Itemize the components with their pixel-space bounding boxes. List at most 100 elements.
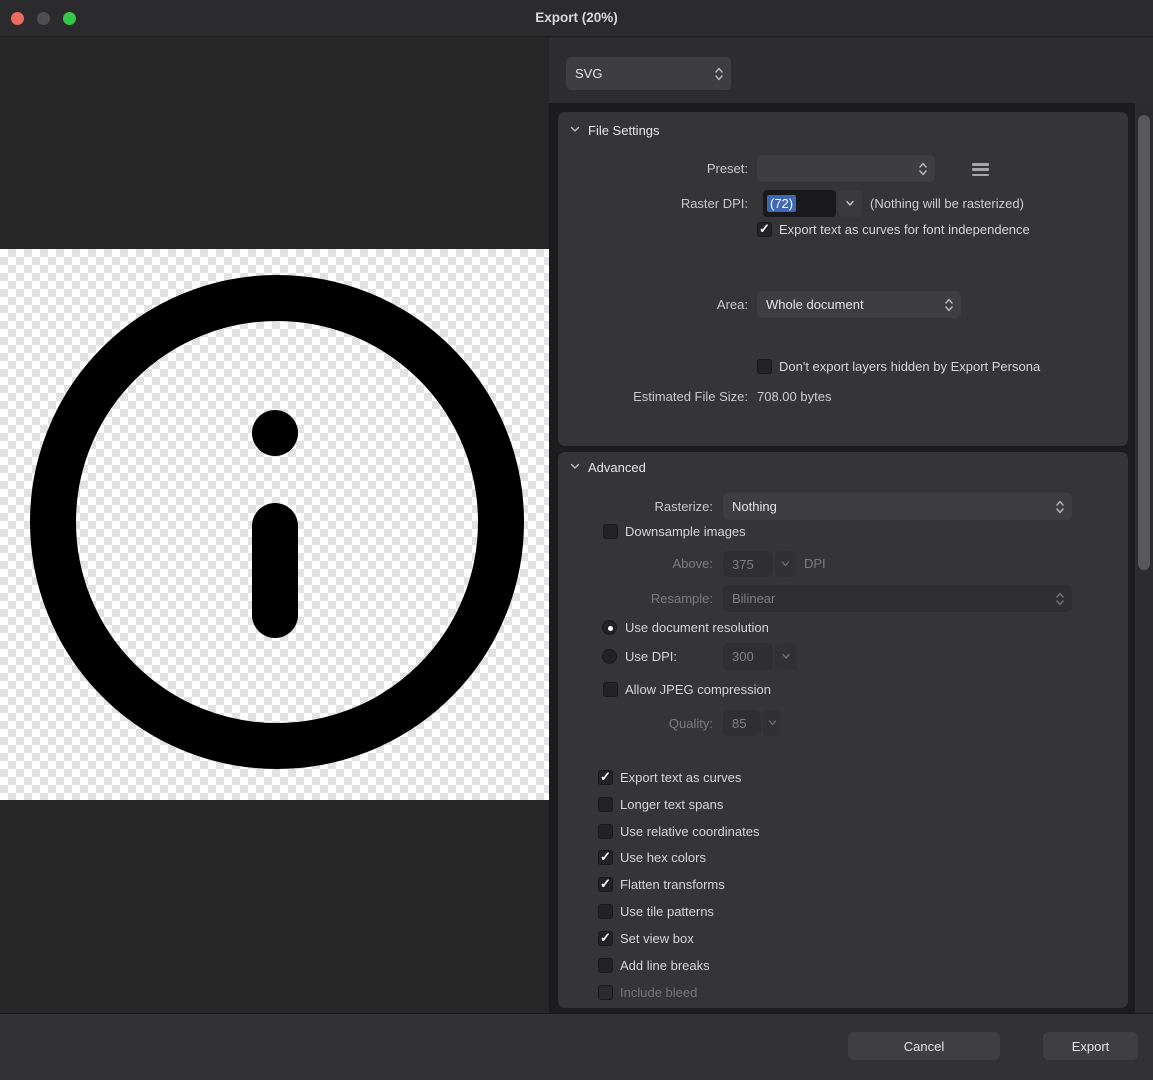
option-label: Export text as curves xyxy=(620,770,741,786)
checkbox[interactable] xyxy=(598,850,613,865)
option-label: Use hex colors xyxy=(620,850,706,866)
down-chevron-icon xyxy=(781,561,790,567)
export-dialog: Export (20%) SVG File Settings Preset: xyxy=(0,0,1153,1080)
format-select-value: SVG xyxy=(575,66,602,81)
preview-pane xyxy=(0,38,549,1013)
option-add-line-breaks[interactable]: Add line breaks xyxy=(558,958,1128,974)
rasterize-label: Rasterize: xyxy=(558,499,713,515)
quality-dropdown-button xyxy=(763,710,781,736)
resample-select-value: Bilinear xyxy=(732,591,775,606)
allow-jpeg-label[interactable]: Allow JPEG compression xyxy=(625,682,771,698)
preset-select[interactable] xyxy=(757,155,935,182)
format-bar: SVG xyxy=(549,38,1153,103)
checkbox[interactable] xyxy=(598,904,613,919)
quality-value: 85 xyxy=(732,716,746,731)
down-chevron-icon xyxy=(845,200,855,207)
advanced-title[interactable]: Advanced xyxy=(588,460,646,475)
down-chevron-icon xyxy=(781,653,791,660)
option-label: Include bleed xyxy=(620,985,697,1001)
resample-select: Bilinear xyxy=(723,585,1072,612)
dialog-footer: Cancel Export xyxy=(0,1013,1153,1080)
format-select[interactable]: SVG xyxy=(566,57,731,90)
resample-label: Resample: xyxy=(558,591,713,607)
option-set-view-box[interactable]: Set view box xyxy=(558,931,1128,947)
checkbox[interactable] xyxy=(598,797,613,812)
checkbox xyxy=(598,985,613,1000)
area-select-value: Whole document xyxy=(766,297,864,312)
export-curves-label[interactable]: Export text as curves for font independe… xyxy=(779,222,1030,238)
use-document-resolution-label[interactable]: Use document resolution xyxy=(625,620,769,636)
use-dpi-dropdown-button xyxy=(775,643,797,670)
export-curves-checkbox[interactable] xyxy=(757,222,772,237)
updown-chevron-icon xyxy=(1055,591,1065,607)
settings-scroll-area[interactable]: File Settings Preset: Raster DPI: (72) (… xyxy=(549,103,1153,1013)
use-dpi-label[interactable]: Use DPI: xyxy=(625,649,677,665)
downsample-label[interactable]: Downsample images xyxy=(625,524,746,540)
estimated-size-value: 708.00 bytes xyxy=(757,389,831,405)
allow-jpeg-checkbox[interactable] xyxy=(603,682,618,697)
preset-label: Preset: xyxy=(558,161,748,177)
use-dpi-radio[interactable] xyxy=(602,649,617,664)
area-label: Area: xyxy=(558,297,748,313)
disclosure-chevron-icon[interactable] xyxy=(570,463,580,470)
window-title: Export (20%) xyxy=(0,10,1153,25)
above-dpi-dropdown-button xyxy=(775,551,795,577)
export-preview-canvas xyxy=(0,249,549,800)
checkbox[interactable] xyxy=(598,958,613,973)
option-use-tile-patterns[interactable]: Use tile patterns xyxy=(558,904,1128,920)
quality-label: Quality: xyxy=(558,716,713,732)
settings-panel: SVG File Settings Preset: Raster DPI: (7… xyxy=(549,38,1153,1013)
option-use-hex-colors[interactable]: Use hex colors xyxy=(558,850,1128,866)
downsample-checkbox[interactable] xyxy=(603,524,618,539)
raster-dpi-dropdown-button[interactable] xyxy=(838,190,862,217)
above-dpi-select: 375 xyxy=(723,551,773,577)
file-settings-title[interactable]: File Settings xyxy=(588,123,660,138)
option-label: Longer text spans xyxy=(620,797,723,813)
use-dpi-value: 300 xyxy=(732,649,754,664)
preset-menu-icon[interactable] xyxy=(972,163,989,176)
option-label: Flatten transforms xyxy=(620,877,725,893)
above-dpi-value: 375 xyxy=(732,557,754,572)
option-longer-text-spans[interactable]: Longer text spans xyxy=(558,797,1128,813)
advanced-section: Advanced Rasterize: Nothing Downsample i… xyxy=(558,452,1128,1008)
option-include-bleed: Include bleed xyxy=(558,985,1128,1001)
above-label: Above: xyxy=(558,556,713,572)
use-document-resolution-radio[interactable] xyxy=(602,620,617,635)
option-label: Use relative coordinates xyxy=(620,824,759,840)
above-dpi-suffix: DPI xyxy=(804,556,826,572)
option-label: Add line breaks xyxy=(620,958,710,974)
export-button[interactable]: Export xyxy=(1043,1032,1138,1060)
area-select[interactable]: Whole document xyxy=(757,291,961,318)
rasterize-select-value: Nothing xyxy=(732,499,777,514)
use-dpi-select: 300 xyxy=(723,643,773,670)
quality-select: 85 xyxy=(723,710,761,736)
down-chevron-icon xyxy=(768,720,777,726)
raster-dpi-note: (Nothing will be rasterized) xyxy=(870,196,1024,212)
checkbox[interactable] xyxy=(598,877,613,892)
disclosure-chevron-icon[interactable] xyxy=(570,126,580,133)
estimated-size-label: Estimated File Size: xyxy=(558,389,748,405)
raster-dpi-label: Raster DPI: xyxy=(558,196,748,212)
option-label: Use tile patterns xyxy=(620,904,714,920)
hidden-layers-label[interactable]: Don't export layers hidden by Export Per… xyxy=(779,359,1040,375)
option-label: Set view box xyxy=(620,931,694,947)
option-export-text-as-curves[interactable]: Export text as curves xyxy=(558,770,1128,786)
updown-chevron-icon xyxy=(1055,499,1065,515)
titlebar: Export (20%) xyxy=(0,0,1153,37)
scrollbar-thumb[interactable] xyxy=(1138,115,1150,570)
raster-dpi-selected-text: (72) xyxy=(767,195,796,212)
scrollbar-track[interactable] xyxy=(1135,103,1153,1013)
option-use-relative-coordinates[interactable]: Use relative coordinates xyxy=(558,824,1128,840)
checkbox[interactable] xyxy=(598,931,613,946)
option-flatten-transforms[interactable]: Flatten transforms xyxy=(558,877,1128,893)
updown-chevron-icon xyxy=(944,297,954,313)
updown-chevron-icon xyxy=(918,161,928,177)
raster-dpi-input[interactable]: (72) xyxy=(763,190,836,217)
checkbox[interactable] xyxy=(598,770,613,785)
checkbox[interactable] xyxy=(598,824,613,839)
cancel-button[interactable]: Cancel xyxy=(848,1032,1000,1060)
hidden-layers-checkbox[interactable] xyxy=(757,359,772,374)
file-settings-section: File Settings Preset: Raster DPI: (72) (… xyxy=(558,112,1128,446)
rasterize-select[interactable]: Nothing xyxy=(723,493,1072,520)
info-icon-artwork xyxy=(0,249,549,800)
